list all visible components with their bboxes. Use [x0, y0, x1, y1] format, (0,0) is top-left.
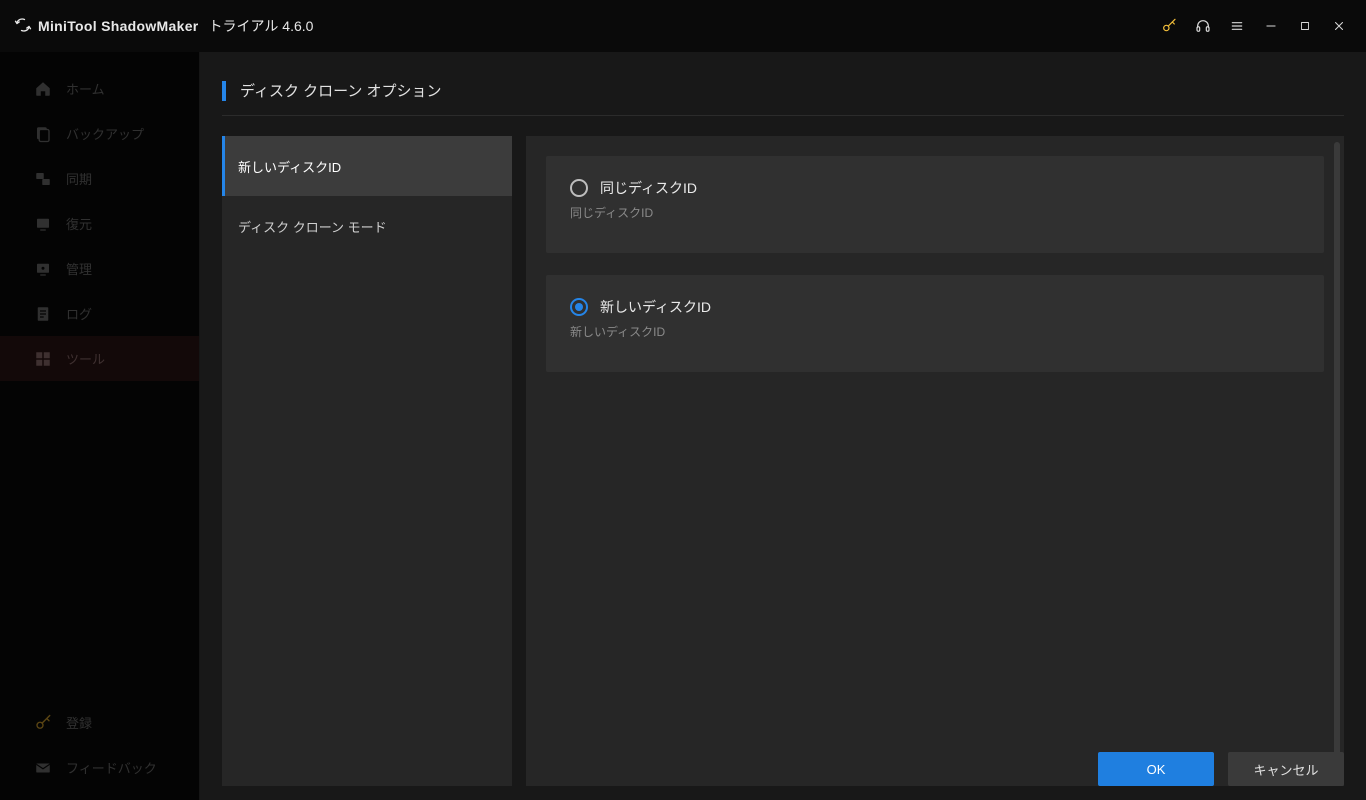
app-suffix: トライアル 4.6.0: [209, 16, 314, 36]
category-list: 新しいディスクID ディスク クローン モード: [222, 136, 512, 786]
option-title: 新しいディスクID: [600, 297, 711, 317]
sidebar: ホーム バックアップ 同期 復元: [0, 52, 200, 800]
app-logo: MiniTool ShadowMaker トライアル 4.6.0: [14, 16, 313, 37]
title-accent-bar: [222, 81, 226, 101]
manage-icon: [34, 260, 52, 278]
sidebar-item-restore[interactable]: 復元: [0, 201, 199, 246]
sidebar-register[interactable]: 登録: [0, 700, 199, 745]
sidebar-feedback[interactable]: フィードバック: [0, 745, 199, 790]
sidebar-item-backup[interactable]: バックアップ: [0, 111, 199, 156]
restore-icon: [34, 215, 52, 233]
app-name: MiniTool ShadowMaker: [38, 18, 199, 34]
license-key-button[interactable]: [1152, 10, 1186, 42]
main-panel: ディスク クローン オプション 新しいディスクID ディスク クローン モード …: [200, 52, 1366, 800]
radio-new-disk-id[interactable]: [570, 298, 588, 316]
sync-icon: [34, 170, 52, 188]
sidebar-item-label: ホーム: [66, 79, 105, 98]
sidebar-item-home[interactable]: ホーム: [0, 66, 199, 111]
category-label: 新しいディスクID: [238, 157, 341, 176]
titlebar: MiniTool ShadowMaker トライアル 4.6.0: [0, 0, 1366, 52]
mail-icon: [34, 759, 52, 777]
sidebar-item-log[interactable]: ログ: [0, 291, 199, 336]
category-label: ディスク クローン モード: [238, 217, 387, 236]
option-desc: 同じディスクID: [570, 204, 1300, 221]
category-clone-mode[interactable]: ディスク クローン モード: [222, 196, 512, 256]
option-new-disk-id[interactable]: 新しいディスクID 新しいディスクID: [546, 275, 1324, 372]
menu-button[interactable]: [1220, 10, 1254, 42]
home-icon: [34, 80, 52, 98]
sidebar-item-manage[interactable]: 管理: [0, 246, 199, 291]
page-title-row: ディスク クローン オプション: [222, 80, 1344, 116]
key-icon: [34, 714, 52, 732]
page-title: ディスク クローン オプション: [240, 80, 442, 101]
sidebar-item-label: ログ: [66, 304, 92, 323]
category-new-disk-id[interactable]: 新しいディスクID: [222, 136, 512, 196]
sidebar-item-label: 登録: [66, 713, 92, 732]
options-area: 同じディスクID 同じディスクID 新しいディスクID 新しいディスクID: [526, 136, 1344, 786]
sidebar-item-label: 同期: [66, 169, 92, 188]
log-icon: [34, 305, 52, 323]
radio-same-disk-id[interactable]: [570, 179, 588, 197]
sidebar-item-label: ツール: [66, 349, 105, 368]
sidebar-item-label: 復元: [66, 214, 92, 233]
logo-icon: [14, 16, 32, 37]
close-button[interactable]: [1322, 10, 1356, 42]
cancel-button[interactable]: キャンセル: [1228, 752, 1344, 786]
minimize-button[interactable]: [1254, 10, 1288, 42]
support-button[interactable]: [1186, 10, 1220, 42]
option-title: 同じディスクID: [600, 178, 697, 198]
sidebar-item-label: バックアップ: [66, 124, 144, 143]
sidebar-item-label: 管理: [66, 259, 92, 278]
sidebar-item-tools[interactable]: ツール: [0, 336, 199, 381]
backup-icon: [34, 125, 52, 143]
button-label: OK: [1147, 762, 1166, 777]
option-desc: 新しいディスクID: [570, 323, 1300, 340]
option-same-disk-id[interactable]: 同じディスクID 同じディスクID: [546, 156, 1324, 253]
ok-button[interactable]: OK: [1098, 752, 1214, 786]
scrollbar[interactable]: [1334, 142, 1340, 780]
maximize-button[interactable]: [1288, 10, 1322, 42]
nav: ホーム バックアップ 同期 復元: [0, 52, 199, 381]
sidebar-item-label: フィードバック: [66, 758, 157, 777]
button-label: キャンセル: [1253, 760, 1318, 779]
tools-icon: [34, 350, 52, 368]
footer-buttons: OK キャンセル: [1098, 752, 1344, 786]
sidebar-item-sync[interactable]: 同期: [0, 156, 199, 201]
